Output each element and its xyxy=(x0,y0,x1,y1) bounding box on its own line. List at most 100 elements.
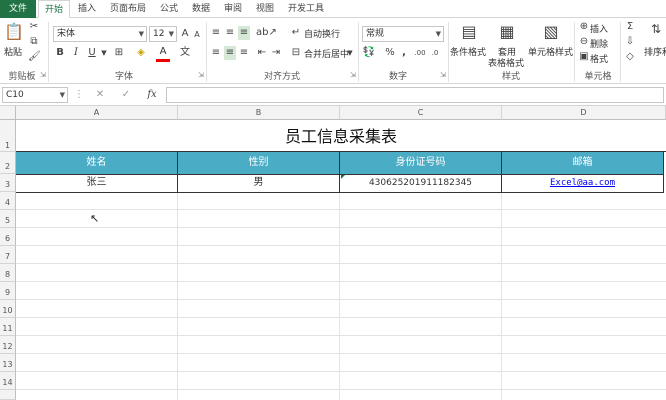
row-header[interactable]: 14 xyxy=(0,372,16,390)
cut-icon[interactable]: ✂ xyxy=(28,20,40,34)
data-cell-name[interactable]: 张三 xyxy=(16,174,178,192)
row-header[interactable]: 8 xyxy=(0,264,16,282)
header-cell-name[interactable]: 姓名 xyxy=(16,152,178,174)
row-header[interactable]: 5 xyxy=(0,210,16,228)
sort-filter-icon[interactable]: ⇅ xyxy=(648,22,664,38)
clipboard-launcher-icon[interactable]: ⇲ xyxy=(40,71,46,79)
enter-icon[interactable]: ✓ xyxy=(120,88,132,102)
header-cell-id-number[interactable]: 身份证号码 xyxy=(340,152,502,174)
column-header-d[interactable]: D xyxy=(502,106,666,120)
decrease-indent-icon[interactable]: ⇤ xyxy=(256,46,268,60)
currency-icon[interactable]: 💱 xyxy=(362,46,376,60)
cell-styles-button[interactable]: 单元格样式 xyxy=(528,45,573,58)
header-cell-email[interactable]: 邮箱 xyxy=(502,152,664,174)
column-header-b[interactable]: B xyxy=(178,106,340,120)
insert-cells-icon[interactable]: ⊕ xyxy=(578,20,590,34)
row-header[interactable]: 11 xyxy=(0,318,16,336)
font-size-select[interactable]: 12 ▼ xyxy=(149,26,177,42)
tab-formulas[interactable]: 公式 xyxy=(154,0,184,18)
wrap-text-button[interactable]: 自动换行 xyxy=(304,27,340,40)
copy-icon[interactable]: ⧉ xyxy=(28,35,40,49)
header-cell-gender[interactable]: 性别 xyxy=(178,152,340,174)
increase-decimal-button[interactable]: .00 xyxy=(412,46,428,60)
delete-cells-icon[interactable]: ⊖ xyxy=(578,35,590,49)
align-center-icon[interactable]: ≡ xyxy=(224,46,236,60)
format-as-table-button[interactable]: 表格格式 xyxy=(488,56,524,69)
underline-button[interactable]: U xyxy=(86,46,98,60)
tab-page-layout[interactable]: 页面布局 xyxy=(104,0,152,18)
insert-cells-button[interactable]: 插入 xyxy=(590,22,608,35)
tab-developer[interactable]: 开发工具 xyxy=(282,0,330,18)
insert-function-button[interactable]: fx xyxy=(144,88,160,102)
font-launcher-icon[interactable]: ⇲ xyxy=(198,71,204,79)
row-header[interactable] xyxy=(0,390,16,400)
row-header[interactable]: 7 xyxy=(0,246,16,264)
phonetic-icon[interactable]: 文 xyxy=(178,46,192,60)
italic-button[interactable]: I xyxy=(70,46,82,60)
row-header[interactable]: 4 xyxy=(0,192,16,210)
merge-center-icon[interactable]: ⊟ xyxy=(290,46,302,60)
tab-data[interactable]: 数据 xyxy=(186,0,216,18)
fill-color-icon[interactable]: ◈ xyxy=(134,46,148,60)
alignment-launcher-icon[interactable]: ⇲ xyxy=(350,71,356,79)
chevron-down-icon[interactable]: ▼ xyxy=(346,46,354,60)
font-name-select[interactable]: 宋体 ▼ xyxy=(53,26,147,42)
increase-indent-icon[interactable]: ⇥ xyxy=(270,46,282,60)
sort-filter-button[interactable]: 排序和 xyxy=(644,45,666,58)
number-launcher-icon[interactable]: ⇲ xyxy=(440,71,446,79)
row-header[interactable]: 6 xyxy=(0,228,16,246)
row-header[interactable]: 1 xyxy=(0,120,16,152)
delete-cells-button[interactable]: 删除 xyxy=(590,37,608,50)
cancel-icon[interactable]: ✕ xyxy=(94,88,106,102)
column-header-c[interactable]: C xyxy=(340,106,502,120)
data-cell-email-link[interactable]: Excel@aa.com xyxy=(502,174,664,192)
bold-button[interactable]: B xyxy=(54,46,66,60)
decrease-decimal-button[interactable]: .0 xyxy=(428,46,442,60)
border-icon[interactable]: ⊞ xyxy=(112,46,126,60)
align-right-icon[interactable]: ≡ xyxy=(238,46,250,60)
select-all-corner[interactable] xyxy=(0,106,16,120)
number-format-select[interactable]: 常规 ▼ xyxy=(362,26,444,42)
data-cell-id-number[interactable]: 430625201911182345 xyxy=(340,174,502,192)
conditional-formatting-icon[interactable]: ▤ xyxy=(458,22,480,42)
chevron-down-icon[interactable]: ▼ xyxy=(100,46,108,60)
data-cell-gender[interactable]: 男 xyxy=(178,174,340,192)
name-box[interactable]: C10 ▼ xyxy=(2,87,68,103)
align-middle-icon[interactable]: ≡ xyxy=(224,26,236,40)
autosum-icon[interactable]: Σ xyxy=(624,20,636,34)
fill-icon[interactable]: ⇩ xyxy=(624,35,636,49)
paste-button[interactable]: 粘贴 xyxy=(4,45,22,58)
tab-view[interactable]: 视图 xyxy=(250,0,280,18)
format-cells-icon[interactable]: ▣ xyxy=(578,50,590,64)
format-as-table-icon[interactable]: ▦ xyxy=(496,22,518,42)
paste-icon[interactable]: 📋 xyxy=(4,22,24,42)
align-left-icon[interactable]: ≡ xyxy=(210,46,222,60)
sheet-title[interactable]: 员工信息采集表 xyxy=(16,120,666,152)
conditional-formatting-button[interactable]: 条件格式 xyxy=(450,45,486,58)
tab-file[interactable]: 文件 xyxy=(0,0,36,18)
grow-font-icon[interactable]: A xyxy=(180,27,190,41)
font-color-icon[interactable]: A xyxy=(156,45,170,62)
wrap-text-icon[interactable]: ↵ xyxy=(290,26,302,40)
row-header[interactable]: 10 xyxy=(0,300,16,318)
tab-home[interactable]: 开始 xyxy=(38,0,70,18)
tab-review[interactable]: 审阅 xyxy=(218,0,248,18)
merge-center-button[interactable]: 合并后居中 xyxy=(304,47,349,60)
row-header[interactable]: 12 xyxy=(0,336,16,354)
row-header[interactable]: 13 xyxy=(0,354,16,372)
clear-icon[interactable]: ◇ xyxy=(624,50,636,64)
formula-input[interactable] xyxy=(166,87,664,103)
format-cells-button[interactable]: 格式 xyxy=(590,52,608,65)
percent-button[interactable]: % xyxy=(384,46,396,60)
align-bottom-icon[interactable]: ≡ xyxy=(238,26,250,40)
row-header[interactable]: 3 xyxy=(0,174,16,192)
column-header-a[interactable]: A xyxy=(16,106,178,120)
comma-style-button[interactable]: , xyxy=(398,46,410,60)
row-header[interactable]: 9 xyxy=(0,282,16,300)
orientation-icon[interactable]: ab↗ xyxy=(256,26,277,40)
worksheet-grid[interactable]: A B C D 1 2 3 4 5 6 7 8 9 10 11 12 13 14… xyxy=(0,106,666,400)
cell-styles-icon[interactable]: ▧ xyxy=(540,22,562,42)
align-top-icon[interactable]: ≡ xyxy=(210,26,222,40)
tab-insert[interactable]: 插入 xyxy=(72,0,102,18)
shrink-font-icon[interactable]: A xyxy=(192,28,202,42)
